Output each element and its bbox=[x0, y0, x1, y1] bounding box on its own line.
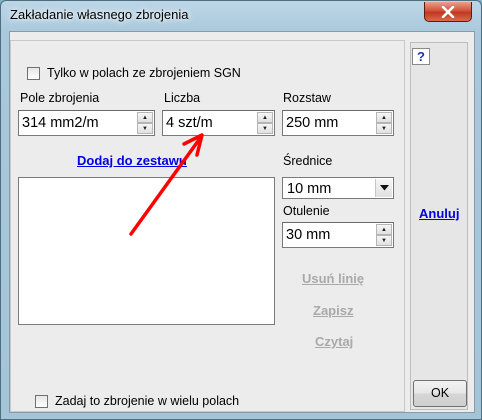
srednice-label: Średnice bbox=[283, 154, 333, 168]
otulenie-spin-arrows[interactable]: ▲ ▼ bbox=[376, 224, 392, 246]
delete-line-link[interactable]: Usuń linię bbox=[302, 271, 364, 286]
pole-label: Pole zbrojenia bbox=[20, 91, 100, 105]
window-title: Zakładanie własnego zbrojenia bbox=[10, 7, 189, 22]
rozstaw-label: Rozstaw bbox=[283, 91, 331, 105]
load-link[interactable]: Czytaj bbox=[315, 334, 353, 349]
liczba-spin-arrows[interactable]: ▲ ▼ bbox=[257, 112, 273, 134]
otulenie-value: 30 mm bbox=[286, 227, 331, 243]
dialog-client-area: Tylko w polach ze zbrojeniem SGN Pole zb… bbox=[9, 31, 475, 413]
close-button[interactable] bbox=[424, 2, 472, 22]
spin-up-icon[interactable]: ▲ bbox=[376, 112, 392, 123]
sgn-only-label: Tylko w polach ze zbrojeniem SGN bbox=[47, 66, 241, 80]
liczba-spinbox[interactable]: 4 szt/m ▲ ▼ bbox=[162, 110, 275, 136]
spin-down-icon[interactable]: ▼ bbox=[257, 123, 273, 134]
side-panel: ? Anuluj OK bbox=[410, 42, 468, 410]
spin-up-icon[interactable]: ▲ bbox=[376, 224, 392, 235]
rozstaw-value: 250 mm bbox=[286, 115, 339, 131]
pole-value: 314 mm2/m bbox=[22, 115, 99, 131]
sgn-only-checkbox[interactable] bbox=[27, 67, 40, 80]
multi-field-checkbox[interactable] bbox=[35, 395, 48, 408]
pole-spin-arrows[interactable]: ▲ ▼ bbox=[137, 112, 153, 134]
dialog-window: Zakładanie własnego zbrojenia Tylko w po… bbox=[0, 0, 482, 420]
otulenie-label: Otulenie bbox=[283, 204, 330, 218]
title-bar[interactable]: Zakładanie własnego zbrojenia bbox=[1, 1, 481, 31]
spin-up-icon[interactable]: ▲ bbox=[137, 112, 153, 123]
srednice-select[interactable]: 10 mm bbox=[282, 177, 394, 199]
multi-field-label: Zadaj to zbrojenie w wielu polach bbox=[55, 394, 240, 408]
cancel-link[interactable]: Anuluj bbox=[419, 206, 459, 221]
spin-down-icon[interactable]: ▼ bbox=[137, 123, 153, 134]
pole-spinbox[interactable]: 314 mm2/m ▲ ▼ bbox=[18, 110, 155, 136]
chevron-down-icon bbox=[379, 185, 389, 191]
spin-down-icon[interactable]: ▼ bbox=[376, 123, 392, 134]
srednice-value: 10 mm bbox=[287, 181, 332, 197]
ok-button[interactable]: OK bbox=[413, 380, 467, 407]
spin-down-icon[interactable]: ▼ bbox=[376, 235, 392, 246]
save-link[interactable]: Zapisz bbox=[313, 303, 353, 318]
liczba-label: Liczba bbox=[164, 91, 201, 105]
spin-up-icon[interactable]: ▲ bbox=[257, 112, 273, 123]
help-button[interactable]: ? bbox=[412, 48, 430, 65]
rozstaw-spinbox[interactable]: 250 mm ▲ ▼ bbox=[282, 110, 394, 136]
liczba-value: 4 szt/m bbox=[166, 115, 213, 131]
add-to-set-link[interactable]: Dodaj do zestawu bbox=[77, 153, 187, 168]
otulenie-spinbox[interactable]: 30 mm ▲ ▼ bbox=[282, 222, 394, 248]
rozstaw-spin-arrows[interactable]: ▲ ▼ bbox=[376, 112, 392, 134]
dropdown-button[interactable] bbox=[375, 179, 392, 197]
reinforcement-listbox[interactable] bbox=[18, 177, 275, 325]
close-x-icon bbox=[441, 5, 455, 18]
